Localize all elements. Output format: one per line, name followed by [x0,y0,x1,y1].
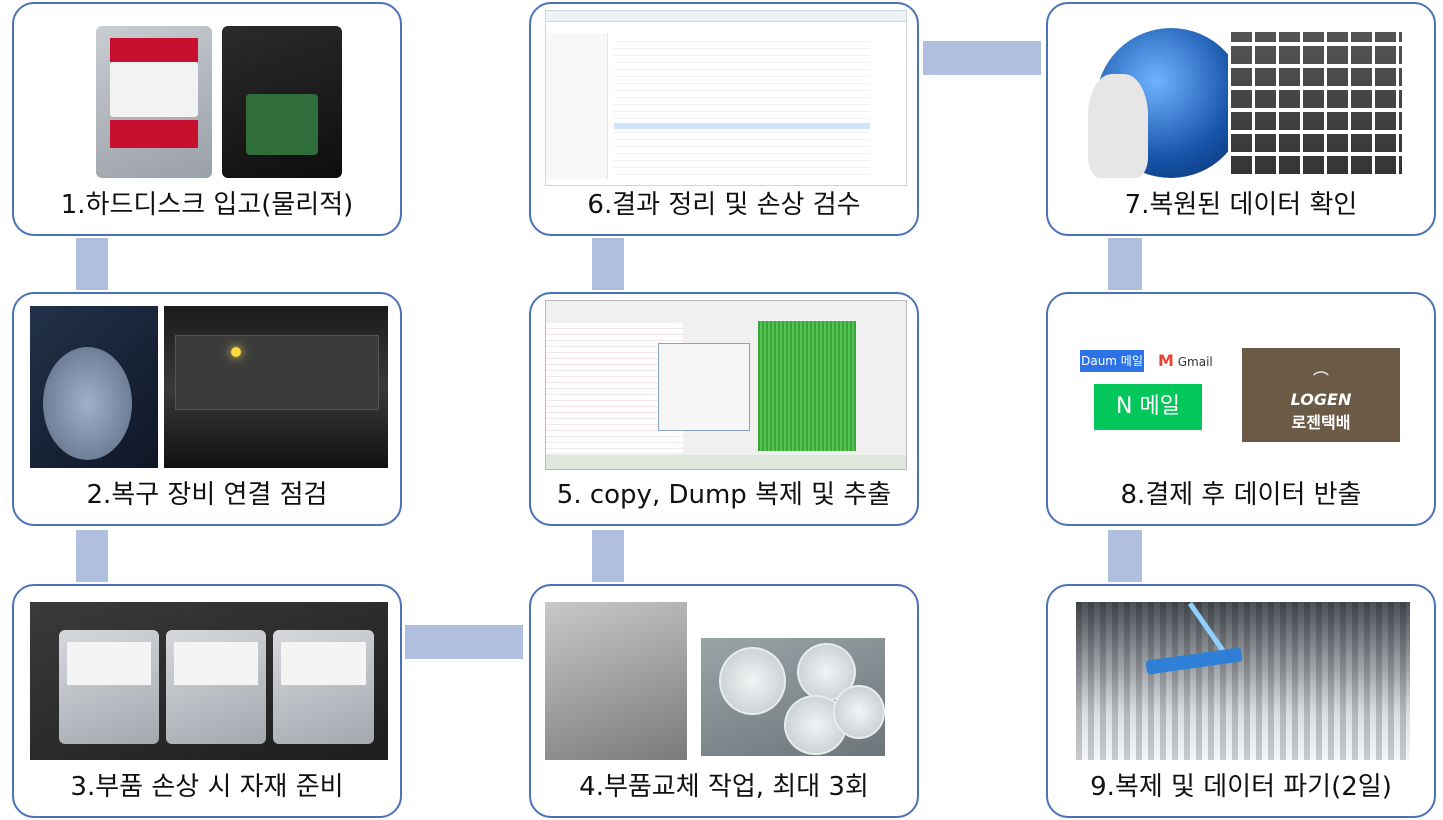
gmail-label: Gmail [1177,355,1213,369]
logen-title: LOGEN [1290,390,1352,409]
step-6-caption: 6.결과 정리 및 손상 검수 [587,190,861,220]
connector-8-9 [1108,530,1142,582]
step-5-caption: 5. copy, Dump 복제 및 추출 [556,480,892,510]
step-5-box: 5. copy, Dump 복제 및 추출 [529,292,919,526]
step-6-box: 6.결과 정리 및 손상 검수 [529,2,919,236]
step-2-box: 2.복구 장비 연결 점검 [12,292,402,526]
hdd-connected-image [30,306,158,468]
step-4-box: 4.부품교체 작업, 최대 3회 [529,584,919,818]
daum-mail-logo: Daum 메일 [1080,350,1144,372]
step-8-caption: 8.결제 후 데이터 반출 [1120,480,1362,510]
step-3-box: 3.부품 손상 시 자재 준비 [12,584,402,818]
step-3-caption: 3.부품 손상 시 자재 준비 [70,772,344,802]
connector-1-2 [76,238,108,290]
platter-image [701,638,885,756]
user-icon [1088,74,1148,178]
naver-mail-logo: N 메일 [1094,384,1202,430]
gmail-logo: M Gmail [1158,350,1238,372]
logen-bird-icon: ⌒ [1312,370,1329,389]
step-8-box: Daum 메일 M Gmail N 메일 ⌒ LOGEN 로젠택배 8.결제 후… [1046,292,1436,526]
connector-5-6 [592,238,624,290]
step-2-caption: 2.복구 장비 연결 점검 [86,480,328,510]
recovered-files-thumbnails [1228,32,1402,178]
recovery-board-image [164,306,388,468]
hdd-back-image [222,26,342,178]
connector-3-4 [405,625,523,659]
step-9-caption: 9.복제 및 데이터 파기(2일) [1090,772,1392,802]
file-explorer-screenshot [545,10,907,186]
step-1-caption: 1.하드디스크 입고(물리적) [60,190,354,220]
broom-head-icon [1145,647,1243,675]
connector-7-8 [1108,238,1142,290]
step-4-caption: 4.부품교체 작업, 최대 3회 [579,772,869,802]
spare-parts-image [30,602,388,760]
gmail-icon: M [1158,351,1174,370]
hdd-front-image [96,26,212,178]
connector-2-3 [76,530,108,582]
step-7-box: 7.복원된 데이터 확인 [1046,2,1436,236]
connector-4-5 [592,530,624,582]
logen-subtitle: 로젠택배 [1291,413,1351,432]
head-stack-image [545,602,687,760]
connector-6-7 [923,41,1041,75]
dump-software-screenshot [545,300,907,470]
logen-logo: ⌒ LOGEN 로젠택배 [1242,348,1400,442]
step-9-box: 9.복제 및 데이터 파기(2일) [1046,584,1436,818]
step-1-box: 1.하드디스크 입고(물리적) [12,2,402,236]
data-wipe-image [1076,602,1410,760]
step-7-caption: 7.복원된 데이터 확인 [1124,190,1358,220]
